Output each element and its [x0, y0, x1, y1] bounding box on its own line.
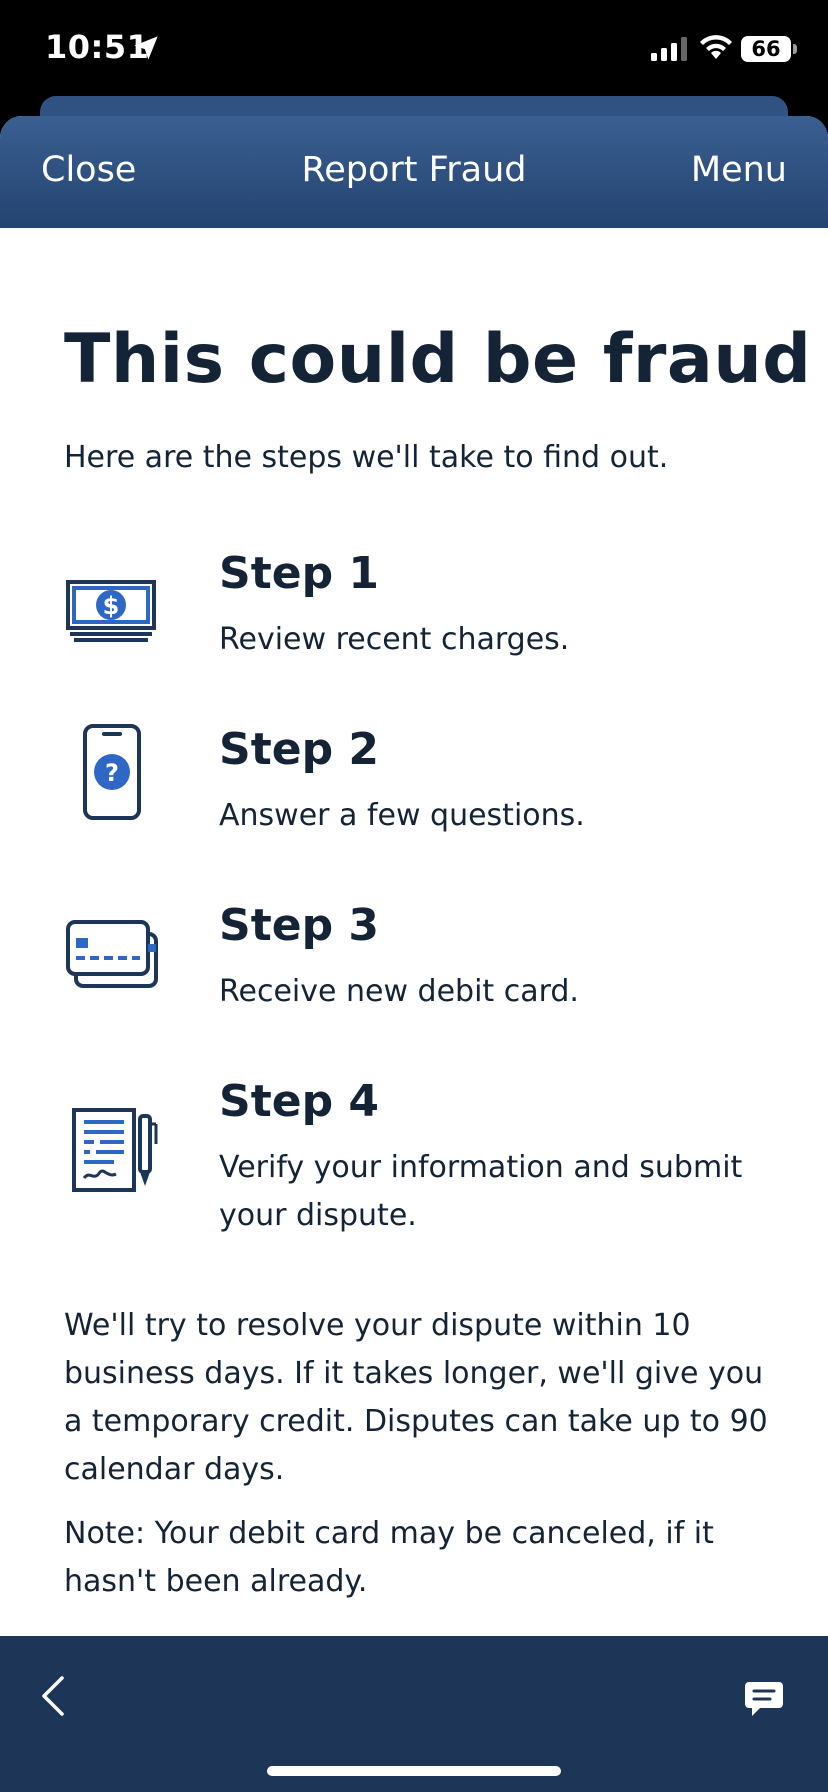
location-arrow-icon	[134, 36, 158, 60]
step-description: Receive new debit card.	[219, 974, 579, 1009]
status-bar: 10:51 66	[0, 0, 828, 100]
step-description: Verify your information and submit your …	[219, 1150, 743, 1233]
cash-icon: $	[66, 580, 156, 642]
wifi-icon	[700, 35, 732, 59]
svg-text:$: $	[103, 592, 120, 620]
step-title: Step 3	[219, 900, 379, 951]
battery-nub	[793, 44, 797, 54]
step-title: Step 4	[219, 1076, 379, 1127]
nav-bar: Close Report Fraud Menu	[0, 116, 828, 228]
svg-text:?: ?	[105, 759, 119, 787]
home-indicator[interactable]	[267, 1766, 561, 1776]
page-subtitle: Here are the steps we'll take to find ou…	[64, 440, 669, 475]
battery-level: 66	[751, 37, 781, 61]
step-description: Answer a few questions.	[219, 798, 585, 833]
cards-icon	[66, 920, 158, 988]
phone-question-icon: ?	[83, 724, 141, 820]
page-title: This could be fraud	[64, 320, 812, 399]
battery-icon: 66	[741, 36, 791, 62]
card-cancel-note: Note: Your debit card may be canceled, i…	[64, 1516, 714, 1599]
step-title: Step 2	[219, 724, 379, 775]
cellular-signal-icon	[651, 37, 687, 61]
chat-icon[interactable]	[744, 1680, 784, 1718]
resolution-info: We'll try to resolve your dispute within…	[64, 1308, 768, 1487]
document-pen-icon	[72, 1108, 158, 1192]
menu-button[interactable]: Menu	[691, 150, 787, 190]
step-description: Review recent charges.	[219, 622, 570, 657]
step-title: Step 1	[219, 548, 379, 599]
back-chevron-icon[interactable]	[38, 1674, 68, 1718]
